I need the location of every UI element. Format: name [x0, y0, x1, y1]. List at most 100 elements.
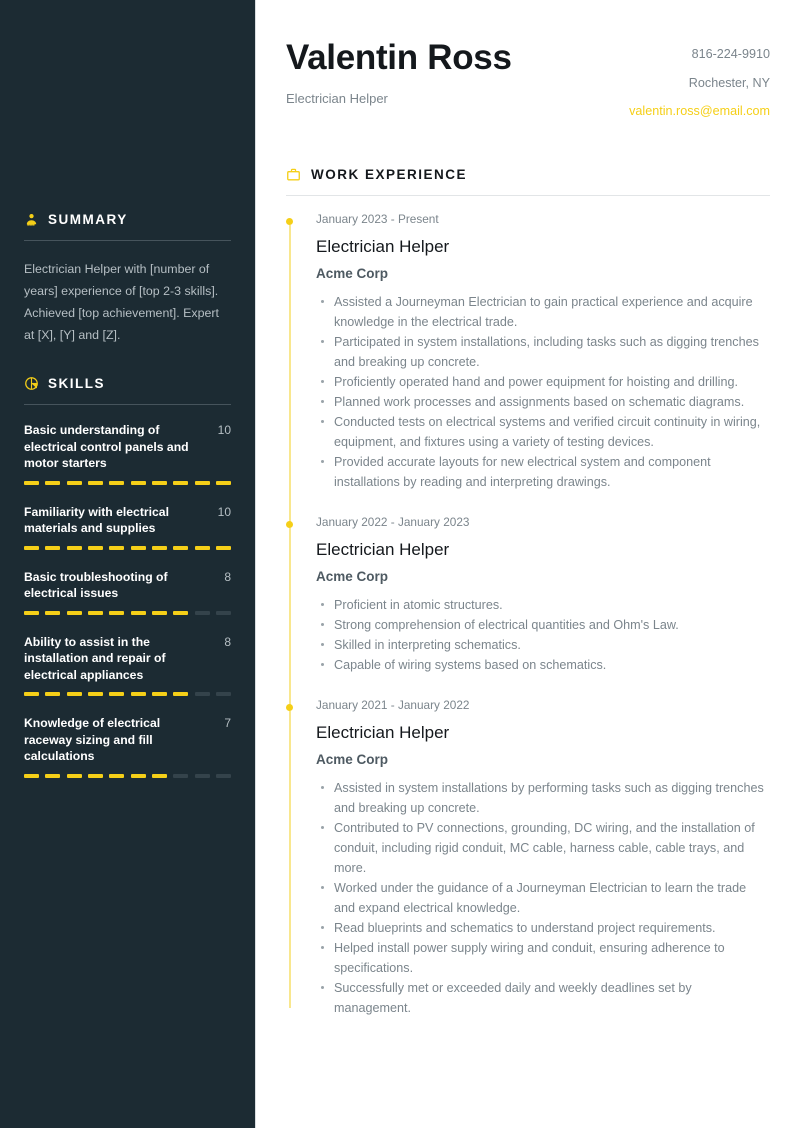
- skill-dash-filled: [130, 610, 146, 615]
- skill-dash-filled: [88, 545, 103, 550]
- skills-section: SKILLS Basic understanding of electrical…: [24, 346, 231, 778]
- skill-dash-filled: [173, 545, 189, 550]
- sidebar: SUMMARY Electrician Helper with [number …: [0, 0, 256, 1128]
- work-experience-header: WORK EXPERIENCE: [286, 167, 770, 182]
- skills-divider: [24, 404, 231, 405]
- summary-divider: [24, 240, 231, 241]
- skill-dash-filled: [130, 545, 146, 550]
- contact-block: 816-224-9910 Rochester, NY valentin.ross…: [629, 38, 770, 118]
- skill-dash-filled: [24, 545, 39, 550]
- experience-entry: January 2022 - January 2023 Electrician H…: [286, 514, 770, 706]
- skill-dash-filled: [66, 545, 82, 550]
- entry-date: January 2022 - January 2023: [316, 514, 470, 529]
- entry-company: Acme Corp: [316, 752, 389, 768]
- entry-bullet: Participated in system installations, in…: [316, 332, 770, 372]
- skill-item: Familiarity with electrical materials an…: [24, 504, 231, 550]
- summary-header: SUMMARY: [24, 212, 231, 227]
- entry-bullet-list: Assisted a Journeyman Electrician to gai…: [316, 292, 770, 492]
- skill-dash-filled: [45, 610, 61, 615]
- skill-dash-filled: [88, 692, 103, 696]
- skill-score: 7: [224, 716, 231, 730]
- entry-bullet: Proficient in atomic structures.: [316, 595, 770, 615]
- skill-name: Familiarity with electrical materials an…: [24, 504, 169, 536]
- identity-block: Valentin Ross Electrician Helper: [286, 38, 512, 106]
- skill-rating-bar: [24, 773, 231, 778]
- skill-dash-filled: [194, 480, 210, 485]
- skill-score: 10: [217, 423, 231, 437]
- skill-item: Basic understanding of electrical contro…: [24, 422, 231, 485]
- entry-bullet: Planned work processes and assignments b…: [316, 392, 770, 412]
- skill-dash-empty: [194, 773, 210, 778]
- entry-bullet: Worked under the guidance of a Journeyma…: [316, 878, 770, 918]
- skill-name: Basic troubleshooting of electrical issu…: [24, 569, 168, 601]
- skill-dash-empty: [216, 773, 231, 778]
- entry-bullet: Assisted in system installations by perf…: [316, 778, 770, 818]
- entry-bullet-list: Proficient in atomic structures. Strong c…: [316, 595, 770, 675]
- skill-row: Basic troubleshooting of electrical issu…: [24, 569, 231, 602]
- skill-dash-filled: [88, 773, 103, 778]
- skill-dash-filled: [66, 610, 82, 615]
- skill-item: Knowledge of electrical raceway sizing a…: [24, 715, 231, 778]
- skill-dash-filled: [152, 480, 167, 485]
- skill-dash-empty: [216, 692, 231, 696]
- skill-dash-filled: [24, 773, 39, 778]
- skill-dash-filled: [45, 773, 61, 778]
- entry-bullet: Helped install power supply wiring and c…: [316, 938, 770, 978]
- skill-dash-filled: [88, 480, 103, 485]
- entry-bullet: Proficiently operated hand and power equ…: [316, 372, 770, 392]
- skill-row: Basic understanding of electrical contro…: [24, 422, 231, 472]
- resume-header: Valentin Ross Electrician Helper 816-224…: [286, 0, 770, 118]
- skill-dash-filled: [66, 480, 82, 485]
- skill-rating-bar: [24, 480, 231, 485]
- skill-dash-filled: [130, 692, 146, 696]
- entry-company: Acme Corp: [316, 266, 389, 282]
- entry-bullet: Successfully met or exceeded daily and w…: [316, 978, 770, 1018]
- pie-chart-icon: [24, 376, 39, 391]
- skill-score: 8: [224, 634, 231, 649]
- summary-text: Electrician Helper with [number of years…: [24, 262, 219, 342]
- entry-bullet-list: Assisted in system installations by perf…: [316, 778, 770, 1018]
- skill-name: Knowledge of electrical raceway sizing a…: [24, 716, 161, 763]
- candidate-job-title: Electrician Helper: [286, 91, 388, 106]
- skill-row: Ability to assist in the installation an…: [24, 634, 231, 684]
- skill-dash-empty: [173, 773, 189, 778]
- entry-date: January 2023 - Present: [316, 211, 439, 226]
- contact-phone: 816-224-9910: [691, 47, 770, 61]
- skill-row: Familiarity with electrical materials an…: [24, 504, 231, 537]
- resume-page: SUMMARY Electrician Helper with [number …: [0, 0, 800, 1128]
- skill-item: Basic troubleshooting of electrical issu…: [24, 569, 231, 615]
- skill-dash-filled: [109, 773, 125, 778]
- skill-dash-filled: [152, 610, 167, 615]
- skill-dash-filled: [109, 610, 125, 615]
- skill-item: Ability to assist in the installation an…: [24, 634, 231, 696]
- skill-row: Knowledge of electrical raceway sizing a…: [24, 715, 231, 765]
- skill-rating-bar: [24, 692, 231, 696]
- contact-email[interactable]: valentin.ross@email.com: [629, 105, 770, 118]
- entry-bullet: Capable of wiring systems based on schem…: [316, 655, 770, 675]
- entry-bullet: Assisted a Journeyman Electrician to gai…: [316, 292, 770, 332]
- experience-timeline: January 2023 - Present Electrician Helper…: [286, 196, 770, 1018]
- skills-header: SKILLS: [24, 376, 231, 391]
- skill-dash-filled: [130, 773, 146, 778]
- entry-date: January 2021 - January 2022: [316, 697, 470, 712]
- skill-dash-filled: [109, 480, 125, 485]
- entry-role: Electrician Helper: [316, 539, 450, 559]
- experience-entry: January 2023 - Present Electrician Helper…: [286, 211, 770, 523]
- skill-rating-bar: [24, 610, 231, 615]
- skill-dash-filled: [152, 545, 167, 550]
- skill-dash-empty: [216, 610, 231, 615]
- work-experience-title: WORK EXPERIENCE: [311, 166, 468, 182]
- skill-dash-filled: [216, 480, 231, 485]
- skill-dash-filled: [109, 692, 125, 696]
- entry-bullet: Skilled in interpreting schematics.: [316, 635, 770, 655]
- skill-dash-filled: [45, 692, 61, 696]
- skill-dash-filled: [130, 480, 146, 485]
- entry-company: Acme Corp: [316, 569, 389, 585]
- skill-dash-filled: [88, 610, 103, 615]
- skill-dash-filled: [152, 692, 167, 696]
- entry-bullet: Strong comprehension of electrical quant…: [316, 615, 770, 635]
- briefcase-icon: [286, 167, 301, 182]
- skill-dash-filled: [152, 773, 167, 778]
- skill-dash-filled: [24, 480, 39, 485]
- contact-location: Rochester, NY: [688, 75, 770, 90]
